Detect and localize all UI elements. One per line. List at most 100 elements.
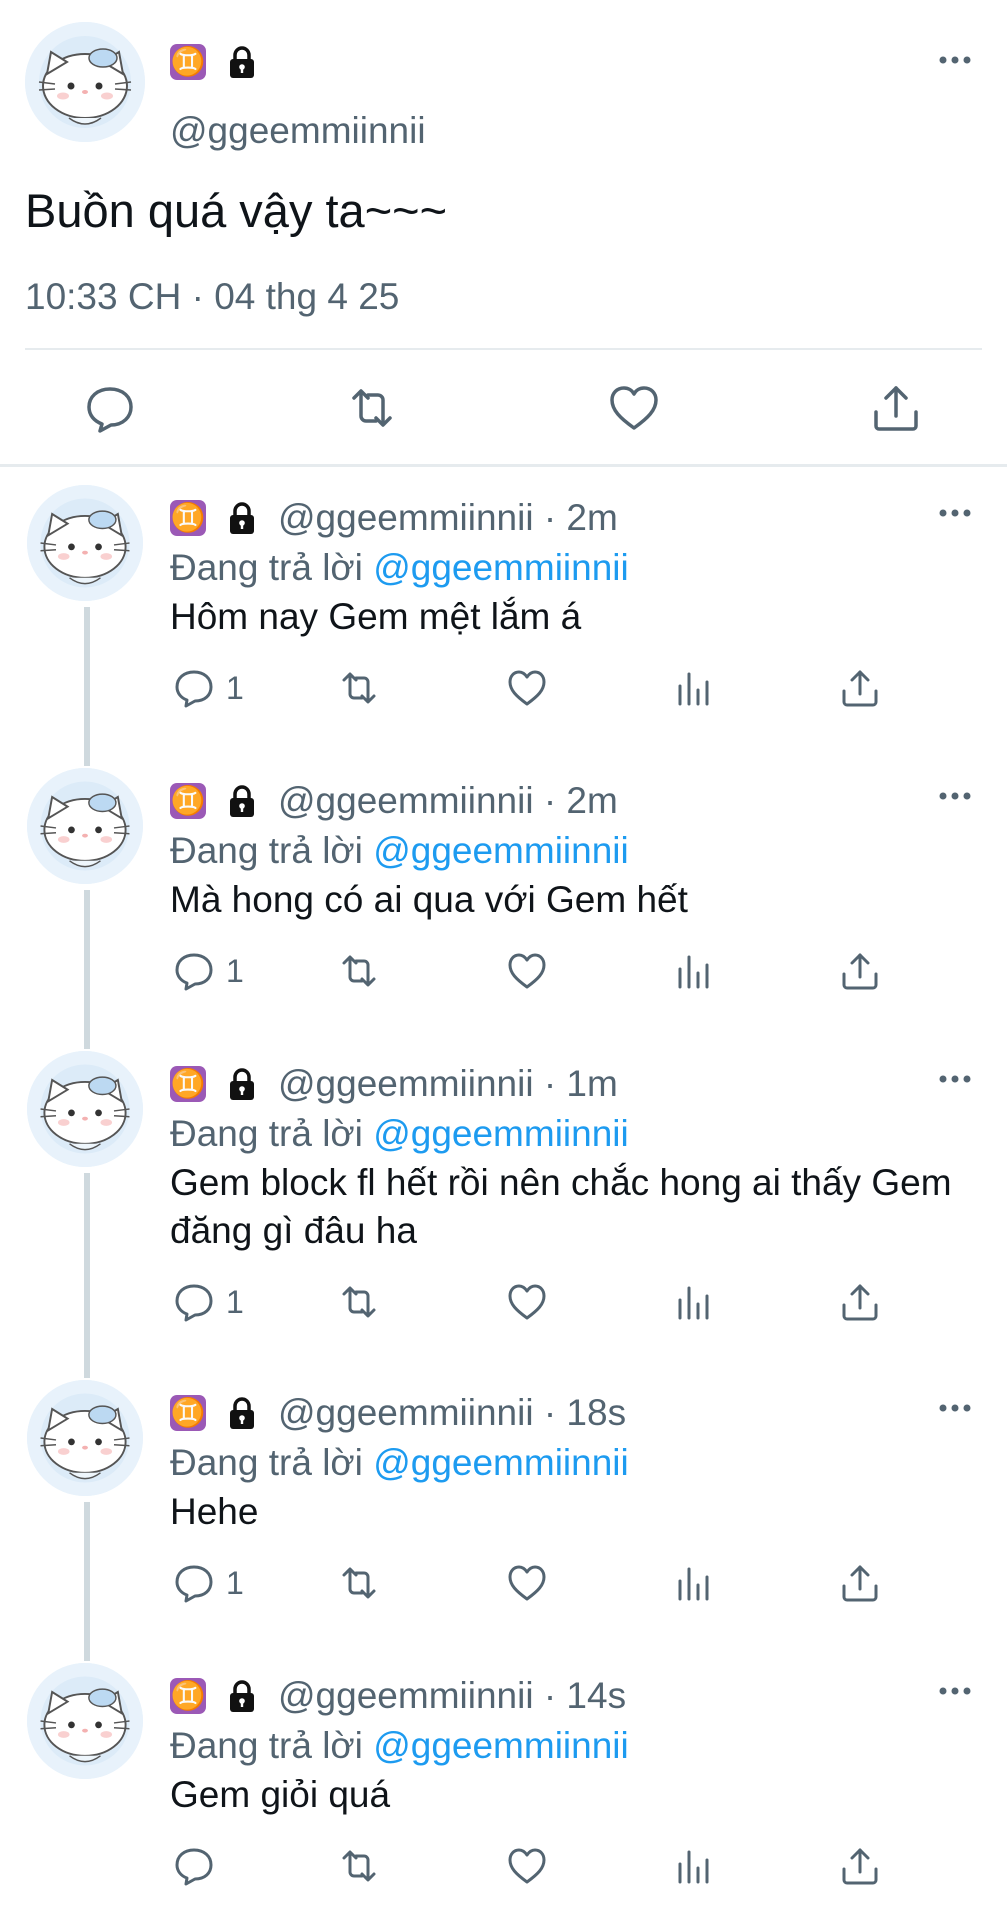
like-icon[interactable] [505,1280,549,1324]
tweet-timestamp[interactable]: 10:33 CH · 04 thg 4 25 [25,272,399,322]
reply-icon[interactable] [82,380,138,436]
mention-link[interactable]: @ggeemmiinnii [373,830,629,871]
avatar[interactable] [27,1380,143,1496]
views-icon[interactable] [672,1561,716,1605]
reply-header: ♊ @ggeemmiinnii · 1m [170,1059,618,1109]
more-options-icon[interactable] [930,1388,980,1428]
retweet-icon[interactable] [344,380,400,436]
share-action[interactable] [838,949,882,993]
views-icon[interactable] [672,1844,716,1888]
reply-icon[interactable] [172,1280,216,1324]
views-action[interactable] [672,1561,716,1605]
more-options-icon[interactable] [930,493,980,533]
thread-line [84,607,90,766]
reply-icon[interactable] [172,666,216,710]
share-icon[interactable] [838,1561,882,1605]
share-icon[interactable] [838,1280,882,1324]
share-icon[interactable] [838,1844,882,1888]
mention-link[interactable]: @ggeemmiinnii [373,1442,629,1483]
like-action[interactable] [505,1561,549,1605]
replying-to-label: Đang trả lời [170,1442,374,1483]
reply-header: ♊ @ggeemmiinnii · 2m [170,493,618,543]
more-options-icon[interactable] [930,40,980,80]
more-options-icon[interactable] [930,776,980,816]
like-icon[interactable] [505,949,549,993]
reply-action[interactable]: 1 [172,949,244,993]
share-icon[interactable] [838,666,882,710]
reply-icon[interactable] [172,1844,216,1888]
reply-action[interactable]: 1 [172,1280,244,1324]
more-options-icon[interactable] [930,1059,980,1099]
avatar[interactable] [27,1663,143,1779]
share-action[interactable] [838,1844,882,1888]
mention-link[interactable]: @ggeemmiinnii [373,1725,629,1766]
cat-avatar-image [27,1051,143,1167]
views-action[interactable] [672,949,716,993]
like-action[interactable] [505,949,549,993]
reply-icon[interactable] [172,1561,216,1605]
reply-icon[interactable] [172,949,216,993]
reply-count: 1 [226,1284,244,1320]
retweet-icon[interactable] [337,1844,381,1888]
reply-handle-time[interactable]: @ggeemmiinnii · 14s [278,1671,626,1721]
avatar[interactable] [25,22,145,142]
more-options-icon[interactable] [930,1671,980,1711]
replying-to: Đang trả lời @ggeemmiinnii [170,826,629,876]
retweet-action[interactable] [337,949,381,993]
reply-text: Mà hong có ai qua với Gem hết [170,879,688,920]
tweet-text: Buồn quá vậy ta~~~ [25,184,448,237]
replying-to: Đang trả lời @ggeemmiinnii [170,1438,629,1488]
retweet-icon[interactable] [337,1561,381,1605]
views-action[interactable] [672,666,716,710]
retweet-action[interactable] [337,1280,381,1324]
like-icon[interactable] [606,380,662,436]
replying-to: Đang trả lời @ggeemmiinnii [170,1721,629,1771]
like-icon[interactable] [505,1561,549,1605]
gemini-sign-icon: ♊ [170,500,206,536]
cat-avatar-image [27,485,143,601]
reply-text: Gem block fl hết rồi nên chắc hong ai th… [170,1162,952,1251]
reply-action[interactable] [172,1844,226,1888]
views-icon[interactable] [672,949,716,993]
reply-action[interactable]: 1 [172,666,244,710]
share-action[interactable] [838,1561,882,1605]
retweet-icon[interactable] [337,949,381,993]
reply-handle-time[interactable]: @ggeemmiinnii · 1m [278,1059,618,1109]
views-icon[interactable] [672,1280,716,1324]
user-badges: ♊ [170,42,260,82]
reply-header: ♊ @ggeemmiinnii · 18s [170,1388,626,1438]
avatar[interactable] [27,1051,143,1167]
views-icon[interactable] [672,666,716,710]
user-handle[interactable]: @ggeemmiinnii [170,104,426,158]
reply-handle-time[interactable]: @ggeemmiinnii · 18s [278,1388,626,1438]
views-action[interactable] [672,1280,716,1324]
like-icon[interactable] [505,1844,549,1888]
share-action[interactable] [838,666,882,710]
retweet-icon[interactable] [337,666,381,710]
like-action[interactable] [505,666,549,710]
retweet-action[interactable] [337,1561,381,1605]
share-action[interactable] [838,1280,882,1324]
retweet-action[interactable] [337,1844,381,1888]
like-icon[interactable] [505,666,549,710]
avatar[interactable] [27,768,143,884]
reply-text: Hehe [170,1491,259,1532]
reply-text: Gem giỏi quá [170,1774,391,1815]
like-action[interactable] [505,1844,549,1888]
mention-link[interactable]: @ggeemmiinnii [373,1113,629,1154]
reply-action[interactable]: 1 [172,1561,244,1605]
mention-link[interactable]: @ggeemmiinnii [373,547,629,588]
lock-icon [224,783,260,819]
avatar[interactable] [27,485,143,601]
replying-to-label: Đang trả lời [170,1113,374,1154]
reply-handle-time[interactable]: @ggeemmiinnii · 2m [278,493,618,543]
like-action[interactable] [505,1280,549,1324]
reply-handle-time[interactable]: @ggeemmiinnii · 2m [278,776,618,826]
reply-header: ♊ @ggeemmiinnii · 14s [170,1671,626,1721]
retweet-action[interactable] [337,666,381,710]
share-icon[interactable] [868,380,924,436]
share-icon[interactable] [838,949,882,993]
lock-icon [224,1395,260,1431]
retweet-icon[interactable] [337,1280,381,1324]
views-action[interactable] [672,1844,716,1888]
